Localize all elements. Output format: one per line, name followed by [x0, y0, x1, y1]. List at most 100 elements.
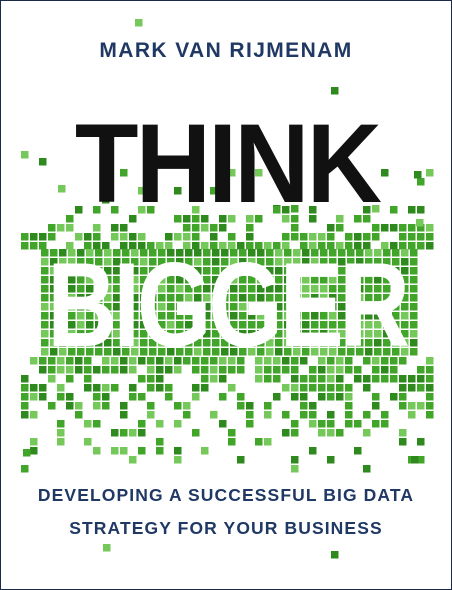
- pixel-square: [291, 357, 299, 365]
- pixel-square: [399, 357, 407, 365]
- pixel-square: [408, 384, 416, 392]
- pixel-square: [300, 402, 308, 410]
- pixel-square: [21, 411, 29, 419]
- pixel-square: [291, 393, 299, 401]
- pixel-square: [129, 366, 137, 374]
- pixel-square: [264, 366, 272, 374]
- pixel-square: [39, 233, 47, 241]
- pixel-square: [381, 411, 389, 419]
- pixel-square: [103, 544, 111, 552]
- pixel-square: [381, 420, 389, 428]
- pixel-square: [192, 357, 200, 365]
- pixel-square: [219, 357, 227, 365]
- pixel-square: [354, 420, 362, 428]
- pixel-square: [327, 411, 335, 419]
- pixel-square: [300, 357, 308, 365]
- pixel-square: [165, 393, 173, 401]
- pixel-square: [165, 366, 173, 374]
- pixel-square: [390, 375, 398, 383]
- pixel-square: [426, 393, 434, 401]
- pixel-square: [381, 366, 389, 374]
- pixel-square: [336, 366, 344, 374]
- pixel-square: [309, 411, 317, 419]
- pixel-square: [75, 402, 83, 410]
- pixel-square: [372, 393, 380, 401]
- pixel-square: [309, 375, 317, 383]
- pixel-square: [282, 357, 290, 365]
- pixel-square: [228, 438, 236, 446]
- pixel-square: [93, 393, 101, 401]
- pixel-square: [183, 233, 191, 241]
- pixel-square: [228, 233, 236, 241]
- pixel-square: [426, 357, 434, 365]
- pixel-square: [102, 384, 110, 392]
- pixel-square: [399, 224, 407, 232]
- pixel-square: [399, 384, 407, 392]
- pixel-square: [147, 411, 155, 419]
- pixel-square: [264, 375, 272, 383]
- pixel-square: [66, 393, 74, 401]
- pixel-square: [84, 375, 92, 383]
- pixel-square: [138, 429, 146, 437]
- pixel-square: [372, 366, 380, 374]
- pixel-square: [183, 411, 191, 419]
- pixel-square: [111, 429, 119, 437]
- pixel-square: [327, 357, 335, 365]
- pixel-square: [102, 402, 110, 410]
- pixel-square: [336, 429, 344, 437]
- pixel-square: [30, 438, 38, 446]
- pixel-square: [129, 456, 137, 464]
- pixel-square: [372, 357, 380, 365]
- pixel-square: [201, 447, 209, 455]
- pixel-square: [417, 402, 425, 410]
- pixel-square: [327, 375, 335, 383]
- pixel-square: [309, 402, 317, 410]
- pixel-square: [345, 384, 353, 392]
- title-bigger: BIGGER: [47, 247, 410, 357]
- pixel-square: [390, 357, 398, 365]
- pixel-square: [174, 456, 182, 464]
- pixel-square: [228, 366, 236, 374]
- title-think: THINK: [74, 101, 382, 226]
- pixel-square: [219, 375, 227, 383]
- pixel-square: [381, 375, 389, 383]
- pixel-square: [264, 411, 272, 419]
- pixel-square: [327, 233, 335, 241]
- pixel-square: [354, 375, 362, 383]
- pixel-square: [291, 366, 299, 374]
- pixel-square: [327, 366, 335, 374]
- pixel-square: [390, 224, 398, 232]
- pixel-square: [48, 233, 56, 241]
- pixel-square: [174, 366, 182, 374]
- pixel-square: [417, 384, 425, 392]
- pixel-square: [30, 447, 38, 455]
- pixel-square: [156, 384, 164, 392]
- pixel-square: [156, 438, 164, 446]
- pixel-square: [75, 411, 83, 419]
- pixel-square: [57, 438, 65, 446]
- pixel-square: [291, 429, 299, 437]
- pixel-square: [120, 357, 128, 365]
- pixel-square: [336, 357, 344, 365]
- pixel-square: [291, 465, 299, 473]
- pixel-square: [57, 357, 65, 365]
- pixel-square: [111, 384, 119, 392]
- pixel-square: [228, 384, 236, 392]
- pixel-square: [390, 393, 398, 401]
- pixel-square: [318, 393, 326, 401]
- pixel-square: [318, 233, 326, 241]
- pixel-square: [66, 375, 74, 383]
- pixel-square: [327, 393, 335, 401]
- pixel-square: [84, 438, 92, 446]
- pixel-square: [147, 366, 155, 374]
- pixel-square: [183, 402, 191, 410]
- pixel-square: [30, 411, 38, 419]
- pixel-square: [237, 456, 245, 464]
- pixel-square: [246, 411, 254, 419]
- pixel-square: [399, 233, 407, 241]
- pixel-square: [336, 384, 344, 392]
- pixel-square: [246, 402, 254, 410]
- pixel-square: [30, 233, 38, 241]
- pixel-square: [331, 551, 339, 559]
- pixel-square: [291, 233, 299, 241]
